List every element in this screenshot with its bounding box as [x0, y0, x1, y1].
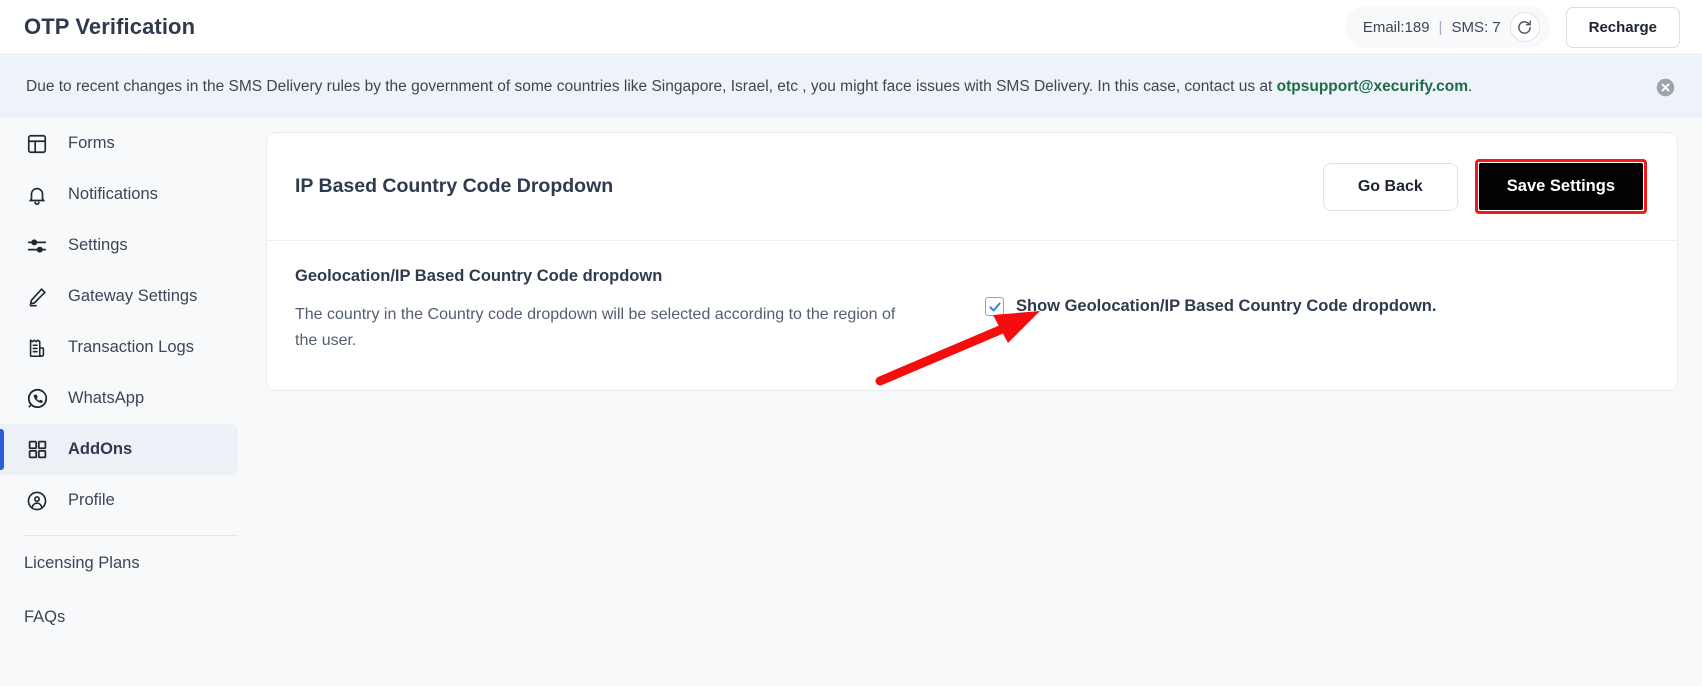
save-settings-highlight: Save Settings [1474, 159, 1647, 214]
sms-delivery-notice-banner: Due to recent changes in the SMS Deliver… [0, 56, 1702, 118]
sidebar-item-faqs[interactable]: FAQs [0, 590, 258, 644]
banner-text-before: Due to recent changes in the SMS Deliver… [26, 77, 1277, 95]
sidebar-item-label: Transaction Logs [68, 338, 194, 356]
sidebar-item-profile[interactable]: Profile [0, 475, 238, 526]
setting-toggle-block: Show Geolocation/IP Based Country Code d… [985, 297, 1436, 317]
pen-brush-icon [24, 284, 50, 310]
sidebar-item-label: WhatsApp [68, 389, 145, 407]
go-back-button[interactable]: Go Back [1322, 162, 1458, 211]
user-circle-icon [24, 488, 50, 514]
sidebar-item-transaction-logs[interactable]: Transaction Logs [0, 322, 238, 373]
sidebar-item-label: Settings [68, 236, 128, 254]
sidebar-item-gateway-settings[interactable]: Gateway Settings [0, 271, 238, 322]
support-email-link[interactable]: otpsupport@xecurify.com [1277, 78, 1468, 95]
sliders-icon [24, 233, 50, 259]
main-content: IP Based Country Code Dropdown Go Back S… [258, 118, 1702, 686]
sidebar-item-settings[interactable]: Settings [0, 220, 238, 271]
sidebar-item-label: Notifications [68, 185, 158, 203]
top-bar: OTP Verification Email:189 | SMS: 7 Rech… [0, 0, 1702, 55]
whatsapp-icon [24, 386, 50, 412]
setting-description: The country in the Country code dropdown… [295, 306, 896, 349]
card-action-buttons: Go Back Save Settings [1322, 159, 1647, 214]
sidebar-item-notifications[interactable]: Notifications [0, 169, 238, 220]
banner-text-after: . [1468, 77, 1473, 95]
sidebar-item-licensing-plans[interactable]: Licensing Plans [0, 536, 258, 590]
sidebar-item-whatsapp[interactable]: WhatsApp [0, 373, 238, 424]
checkbox-label: Show Geolocation/IP Based Country Code d… [1016, 297, 1437, 315]
app-root: OTP Verification Email:189 | SMS: 7 Rech… [0, 0, 1702, 686]
setting-description-block: Geolocation/IP Based Country Code dropdo… [295, 267, 935, 354]
page-title: OTP Verification [24, 14, 196, 39]
ip-country-code-card: IP Based Country Code Dropdown Go Back S… [266, 132, 1678, 391]
card-body: Geolocation/IP Based Country Code dropdo… [267, 241, 1677, 390]
save-settings-button[interactable]: Save Settings [1478, 163, 1643, 210]
receipt-list-icon [24, 335, 50, 361]
credits-separator: | [1438, 18, 1443, 36]
sms-credits-label: SMS: 7 [1451, 18, 1501, 36]
sidebar-item-label: Forms [68, 134, 115, 152]
email-credits-label: Email:189 [1362, 18, 1430, 36]
card-title: IP Based Country Code Dropdown [295, 175, 614, 197]
sidebar: Forms Notifications Settings Gateway Set… [0, 118, 258, 686]
recharge-button[interactable]: Recharge [1565, 6, 1680, 48]
layout-panel-icon [24, 131, 50, 157]
refresh-icon[interactable] [1509, 12, 1540, 42]
grid-squares-icon [24, 437, 50, 463]
sidebar-item-label: Profile [68, 491, 115, 509]
sidebar-item-label: AddOns [68, 440, 133, 458]
setting-name: Geolocation/IP Based Country Code dropdo… [295, 267, 663, 285]
sidebar-item-forms[interactable]: Forms [0, 118, 238, 169]
top-bar-right-group: Email:189 | SMS: 7 Recharge [1344, 6, 1680, 48]
sidebar-item-label: Gateway Settings [68, 287, 198, 305]
bell-icon [24, 182, 50, 208]
banner-message: Due to recent changes in the SMS Deliver… [26, 77, 1472, 97]
sidebar-item-addons[interactable]: AddOns [0, 424, 238, 475]
show-geolocation-dropdown-checkbox[interactable] [985, 297, 1004, 316]
card-header: IP Based Country Code Dropdown Go Back S… [267, 133, 1677, 241]
credits-pill: Email:189 | SMS: 7 [1344, 6, 1550, 48]
close-icon[interactable] [1655, 77, 1676, 98]
